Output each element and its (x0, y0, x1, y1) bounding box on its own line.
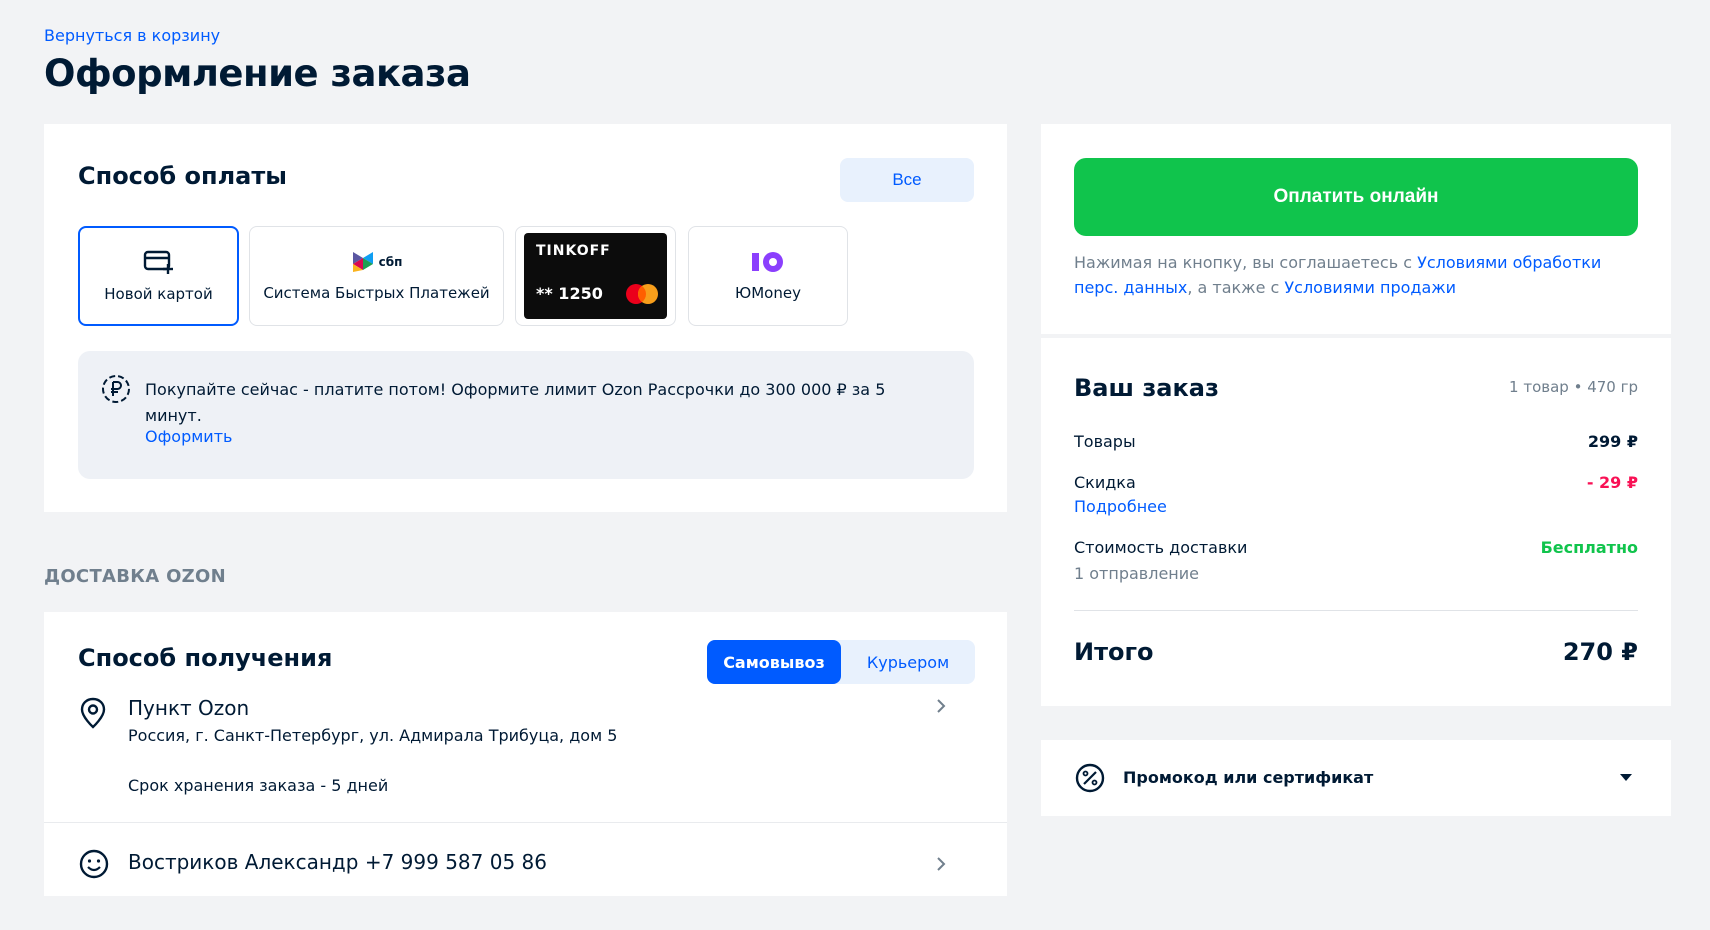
chevron-right-icon[interactable] (934, 854, 948, 874)
card-plus-icon (143, 250, 173, 274)
payment-method-card: Способ оплаты Все Новой картой сбп Систе… (44, 124, 1007, 512)
installment-banner: Покупайте сейчас - платите потом! Оформи… (78, 351, 974, 479)
chevron-right-icon[interactable] (934, 696, 948, 716)
smiley-icon (79, 849, 109, 879)
pay-online-button[interactable]: Оплатить онлайн (1074, 158, 1638, 236)
payment-option-label: Система Быстрых Платежей (263, 284, 490, 302)
order-summary-card: Ваш заказ 1 товар • 470 гр Товары 299 ₽ … (1041, 338, 1671, 706)
tab-pickup[interactable]: Самовывоз (707, 640, 841, 684)
percent-circle-icon (1075, 763, 1105, 793)
pickup-point-name[interactable]: Пункт Ozon (128, 696, 249, 720)
payment-option-tinkoff-card[interactable]: TINKOFF ** 1250 (515, 226, 676, 326)
pickup-point-address: Россия, г. Санкт-Петербург, ул. Адмирала… (128, 726, 618, 745)
discount-label: Скидка (1074, 473, 1136, 492)
page-title: Оформление заказа (44, 52, 471, 95)
ruble-circle-icon (102, 375, 130, 403)
mastercard-icon (626, 284, 658, 304)
shipments-count: 1 отправление (1074, 564, 1199, 583)
recipient-info[interactable]: Востриков Александр +7 999 587 05 86 (128, 850, 547, 874)
payment-option-label: Новой картой (104, 285, 213, 303)
tab-courier[interactable]: Курьером (841, 640, 975, 684)
caret-down-icon (1620, 774, 1632, 781)
consent-middle: , а также с (1187, 278, 1285, 297)
divider (44, 822, 1007, 823)
total-value: 270 ₽ (1562, 638, 1638, 666)
all-payment-methods-button[interactable]: Все (840, 158, 974, 202)
goods-label: Товары (1074, 432, 1136, 451)
tinkoff-card-image: TINKOFF ** 1250 (524, 233, 667, 319)
receipt-method-card: Способ получения Самовывоз Курьером Пунк… (44, 612, 1007, 896)
divider (1074, 610, 1638, 611)
payment-option-yoomoney[interactable]: ЮMoney (688, 226, 848, 326)
receipt-method-title: Способ получения (78, 644, 333, 672)
payment-option-label: ЮMoney (735, 284, 801, 302)
order-meta: 1 товар • 470 гр (1509, 378, 1638, 396)
installment-apply-link[interactable]: Оформить (145, 427, 232, 446)
payment-option-new-card[interactable]: Новой картой (78, 226, 239, 326)
installment-text: Покупайте сейчас - платите потом! Оформи… (145, 380, 886, 425)
sbp-logo-text: сбп (378, 255, 403, 269)
sbp-logo-icon: сбп (351, 250, 403, 274)
total-label: Итого (1074, 638, 1154, 666)
order-summary-title: Ваш заказ (1074, 374, 1219, 402)
shipping-label: Стоимость доставки (1074, 538, 1248, 557)
delivery-type-toggle: Самовывоз Курьером (707, 640, 975, 684)
yoomoney-logo-icon (752, 252, 783, 272)
card-brand: TINKOFF (536, 243, 611, 259)
shipping-value: Бесплатно (1540, 538, 1638, 557)
pickup-storage-period: Срок хранения заказа - 5 дней (128, 776, 389, 795)
promo-code-dropdown[interactable]: Промокод или сертификат (1041, 740, 1671, 816)
back-to-cart-link[interactable]: Вернуться в корзину (44, 26, 220, 45)
payment-option-sbp[interactable]: сбп Система Быстрых Платежей (249, 226, 504, 326)
consent-prefix: Нажимая на кнопку, вы соглашаетесь с (1074, 253, 1418, 272)
discount-details-link[interactable]: Подробнее (1074, 497, 1167, 516)
sale-terms-link[interactable]: Условиями продажи (1284, 278, 1456, 297)
checkout-card: Оплатить онлайн Нажимая на кнопку, вы со… (1041, 124, 1671, 334)
goods-value: 299 ₽ (1587, 432, 1638, 451)
discount-value: - 29 ₽ (1586, 473, 1638, 492)
delivery-section-label: ДОСТАВКА OZON (44, 566, 227, 587)
map-pin-icon (80, 697, 106, 729)
payment-method-title: Способ оплаты (78, 162, 287, 190)
consent-text: Нажимая на кнопку, вы соглашаетесь с Усл… (1074, 250, 1638, 300)
promo-code-label: Промокод или сертификат (1123, 768, 1374, 787)
card-number: ** 1250 (536, 284, 603, 303)
